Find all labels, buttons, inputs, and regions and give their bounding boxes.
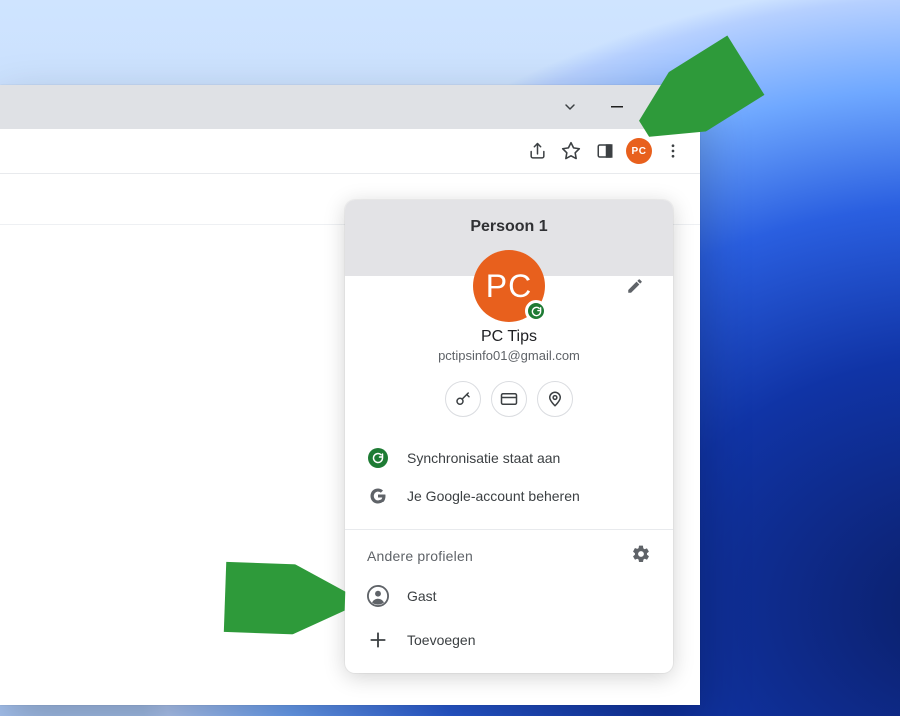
- share-button[interactable]: [520, 134, 554, 168]
- profile-avatar-button[interactable]: PC: [626, 138, 652, 164]
- profile-email: pctipsinfo01@gmail.com: [345, 348, 673, 363]
- tab-strip: [0, 85, 700, 129]
- chrome-menu-button[interactable]: [656, 134, 690, 168]
- minimize-icon: [611, 101, 623, 113]
- plus-icon: [368, 630, 388, 650]
- google-logo-icon-wrap: [367, 485, 389, 507]
- other-profiles-section: Andere profielen Gast Toevoegen: [345, 530, 673, 673]
- passwords-button[interactable]: [445, 381, 481, 417]
- guest-profile-item[interactable]: Gast: [367, 577, 651, 615]
- manage-google-account-item[interactable]: Je Google-account beheren: [345, 477, 673, 515]
- profile-header: Persoon 1 PC: [345, 200, 673, 276]
- sync-status-item[interactable]: Synchronisatie staat aan: [345, 439, 673, 477]
- guest-profile-icon-wrap: [367, 585, 389, 607]
- profile-title: Persoon 1: [357, 218, 661, 236]
- three-dots-icon: [664, 142, 682, 160]
- manage-google-account-label: Je Google-account beheren: [407, 488, 580, 504]
- add-profile-label: Toevoegen: [407, 632, 476, 648]
- tab-overflow-chevron[interactable]: [552, 90, 588, 124]
- guest-profile-label: Gast: [407, 588, 437, 604]
- other-profiles-title: Andere profielen: [367, 548, 473, 564]
- profile-display-name: PC Tips: [345, 328, 673, 346]
- maximize-button[interactable]: [640, 90, 686, 124]
- profile-avatar-large: PC: [473, 250, 545, 322]
- profile-avatar-initials: PC: [486, 268, 532, 305]
- share-icon: [528, 142, 547, 161]
- addresses-button[interactable]: [537, 381, 573, 417]
- maximize-icon: [657, 101, 669, 113]
- sync-badge: [525, 300, 547, 322]
- gear-icon: [631, 544, 651, 564]
- sync-status-icon-wrap: [367, 447, 389, 469]
- credit-card-icon: [500, 390, 518, 408]
- other-profiles-header: Andere profielen: [367, 544, 651, 567]
- pencil-icon: [626, 277, 644, 295]
- sync-icon: [531, 306, 542, 317]
- minimize-button[interactable]: [594, 90, 640, 124]
- person-circle-icon: [367, 585, 389, 607]
- side-panel-button[interactable]: [588, 134, 622, 168]
- star-icon: [561, 141, 581, 161]
- chevron-down-icon: [562, 99, 578, 115]
- sync-icon: [372, 452, 384, 464]
- location-pin-icon: [546, 390, 564, 408]
- add-profile-icon-wrap: [367, 629, 389, 651]
- profile-quick-actions: [345, 381, 673, 417]
- window-controls: [594, 90, 686, 124]
- google-logo-icon: [369, 487, 387, 505]
- edit-profile-button[interactable]: [619, 270, 651, 302]
- payment-methods-button[interactable]: [491, 381, 527, 417]
- bookmark-button[interactable]: [554, 134, 588, 168]
- side-panel-icon: [596, 142, 614, 160]
- profile-popover: Persoon 1 PC PC Tips pctipsinfo01@gmail.…: [345, 200, 673, 673]
- sync-status-dot: [368, 448, 388, 468]
- add-profile-item[interactable]: Toevoegen: [367, 621, 651, 659]
- toolbar: PC: [0, 129, 700, 173]
- key-icon: [454, 390, 472, 408]
- manage-profiles-button[interactable]: [631, 544, 651, 567]
- profile-menu: Synchronisatie staat aan Je Google-accou…: [345, 437, 673, 529]
- sync-status-label: Synchronisatie staat aan: [407, 450, 560, 466]
